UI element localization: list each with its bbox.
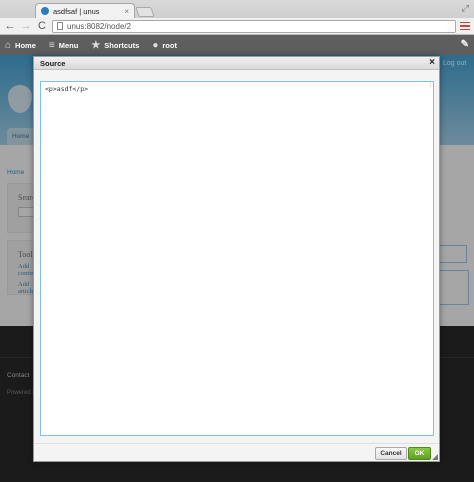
tab-close-icon[interactable]: × (124, 7, 129, 16)
browser-toolbar: ← → C unus:8082/node/2 (0, 18, 474, 35)
close-icon[interactable]: × (429, 57, 435, 68)
url-text: unus:8082/node/2 (67, 21, 132, 31)
address-bar[interactable]: unus:8082/node/2 (52, 19, 456, 33)
home-icon: ⌂ (5, 39, 12, 51)
scroll-grip-icon: ⁞ (429, 83, 431, 89)
toolbar-shortcuts-label: Shortcuts (104, 40, 140, 50)
browser-tabstrip: asdfsaf | unus × ⤢ (0, 0, 474, 18)
menu-icon: ≡ (48, 39, 55, 51)
forward-button[interactable]: → (20, 20, 32, 32)
toolbar-user-label: root (162, 40, 177, 50)
reload-button[interactable]: C (36, 20, 48, 32)
browser-tab[interactable]: asdfsaf | unus × (35, 3, 135, 18)
back-button[interactable]: ← (4, 20, 16, 32)
pencil-icon[interactable]: ✎ (461, 39, 469, 50)
toolbar-shortcuts[interactable]: ★ Shortcuts (86, 40, 147, 51)
star-icon: ★ (91, 39, 101, 51)
dialog-footer: Cancel OK (34, 443, 439, 462)
toolbar-menu-label: Menu (58, 40, 79, 50)
ok-button[interactable]: OK (408, 447, 431, 460)
toolbar-home-label: Home (15, 40, 36, 50)
drupal-toolbar: ⌂ Home ≡ Menu ★ Shortcuts ● root ✎ (0, 35, 474, 55)
chrome-menu-icon[interactable] (460, 21, 470, 31)
dialog-titlebar[interactable]: Source × (34, 57, 439, 70)
drupal-favicon-icon (41, 7, 49, 15)
new-tab-button[interactable] (135, 7, 155, 17)
source-code: <p>asdf</p> (45, 85, 89, 93)
fullscreen-icon[interactable]: ⤢ (462, 3, 469, 14)
dialog-title: Source (40, 59, 66, 68)
resize-handle-icon[interactable] (432, 454, 438, 460)
toolbar-user[interactable]: ● root (147, 40, 185, 51)
user-icon: ● (152, 39, 159, 51)
cancel-button[interactable]: Cancel (375, 447, 407, 460)
tab-title: asdfsaf | unus (53, 6, 100, 16)
toolbar-home[interactable]: ⌂ Home (0, 40, 44, 51)
page-icon (57, 22, 63, 30)
source-textarea[interactable]: <p>asdf</p> ⁞ (40, 81, 434, 436)
source-dialog: Source × <p>asdf</p> ⁞ Cancel OK (33, 56, 440, 462)
toolbar-menu[interactable]: ≡ Menu (44, 40, 86, 51)
